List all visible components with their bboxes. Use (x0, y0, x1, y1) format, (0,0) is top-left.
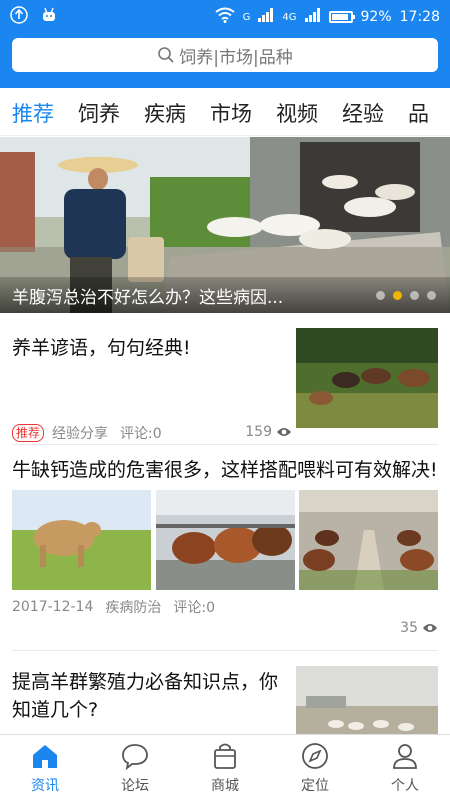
view-count-value: 159 (245, 424, 272, 440)
article-thumbnail (296, 328, 438, 428)
battery-percent: 92% (360, 9, 392, 25)
search-placeholder: 饲养|市场|品种 (179, 47, 293, 68)
view-count-value: 35 (400, 620, 418, 636)
carousel-dot[interactable] (427, 291, 436, 300)
banner-carousel[interactable]: 羊腹泻总治不好怎么办？这些病因... (0, 137, 450, 313)
nav-profile[interactable]: 个人 (360, 735, 450, 800)
carousel-dots (376, 291, 436, 300)
article-image (299, 490, 438, 590)
tab-recommend[interactable]: 推荐 (0, 98, 66, 128)
nav-forum-label: 论坛 (121, 777, 149, 794)
signal-strength-icon-2 (304, 8, 321, 26)
nav-news-label: 资讯 (31, 777, 59, 794)
bottom-navigation: 资讯 论坛 商城 定位 个人 (0, 734, 450, 800)
divider (12, 444, 438, 445)
tab-experience[interactable]: 经验 (330, 98, 396, 128)
network-4g-label: 4G (282, 11, 297, 23)
eye-icon (277, 428, 291, 436)
search-icon (158, 47, 174, 63)
article-title: 牛缺钙造成的危害很多，这样搭配喂料可有效解决! (12, 459, 438, 481)
article-card[interactable]: 牛缺钙造成的危害很多，这样搭配喂料可有效解决! 2017-12-14 疾病防治 … (12, 454, 438, 644)
search-bar[interactable]: 饲养|市场|品种 (12, 38, 438, 72)
status-bar: G 4G 92% 17:28 (0, 0, 450, 32)
nav-forum[interactable]: 论坛 (90, 735, 180, 800)
chat-bubble-icon (122, 743, 148, 770)
nav-location-label: 定位 (301, 777, 329, 794)
article-comments: 评论:0 (120, 426, 162, 442)
status-time: 17:28 (399, 9, 440, 25)
article-title: 养羊谚语，句句经典! (12, 337, 191, 359)
eye-icon (423, 624, 437, 632)
nav-news[interactable]: 资讯 (0, 735, 90, 800)
article-thumbnail (296, 666, 438, 736)
article-image (12, 490, 151, 590)
article-card[interactable]: 养羊谚语，句句经典! 推荐 经验分享 评论:0 159 (12, 328, 438, 442)
battery-fill (331, 14, 349, 20)
upload-notification-icon (10, 6, 28, 28)
carousel-dot[interactable] (376, 291, 385, 300)
recommend-badge: 推荐 (12, 424, 45, 442)
article-category: 疾病防治 (105, 600, 162, 616)
carousel-dot[interactable] (410, 291, 419, 300)
network-type-label: G (242, 11, 251, 23)
nav-mall-label: 商城 (211, 777, 239, 794)
article-image-row (12, 490, 438, 590)
carousel-dot[interactable] (393, 291, 402, 300)
tab-market[interactable]: 市场 (198, 98, 264, 128)
shopping-bag-icon (214, 743, 236, 769)
nav-location[interactable]: 定位 (270, 735, 360, 800)
view-count: 159 (245, 424, 292, 440)
article-meta: 2017-12-14 疾病防治 评论:0 (12, 596, 438, 618)
article-date: 2017-12-14 (12, 599, 94, 615)
app-header: G 4G 92% 17:28 饲养|市场|品种 (0, 0, 450, 88)
tab-disease[interactable]: 疾病 (132, 98, 198, 128)
battery-icon (328, 11, 355, 23)
compass-icon (302, 742, 328, 769)
tab-video[interactable]: 视频 (264, 98, 330, 128)
tab-feeding[interactable]: 饲养 (66, 98, 132, 128)
category-tabs: 推荐 饲养 疾病 市场 视频 经验 品 (0, 90, 450, 136)
tab-breed[interactable]: 品 (396, 98, 441, 128)
nav-profile-label: 个人 (391, 777, 419, 794)
person-icon (393, 743, 417, 769)
article-comments: 评论:0 (173, 600, 215, 616)
nav-mall[interactable]: 商城 (180, 735, 270, 800)
wifi-icon (215, 7, 235, 27)
view-count: 35 (400, 620, 438, 636)
signal-strength-icon (258, 8, 274, 26)
article-category: 经验分享 (52, 426, 109, 442)
android-robot-icon (40, 6, 58, 28)
article-title: 提高羊群繁殖力必备知识点，你知道几个? (12, 671, 279, 721)
divider (12, 650, 438, 651)
article-image (155, 490, 295, 590)
home-icon (33, 744, 57, 768)
